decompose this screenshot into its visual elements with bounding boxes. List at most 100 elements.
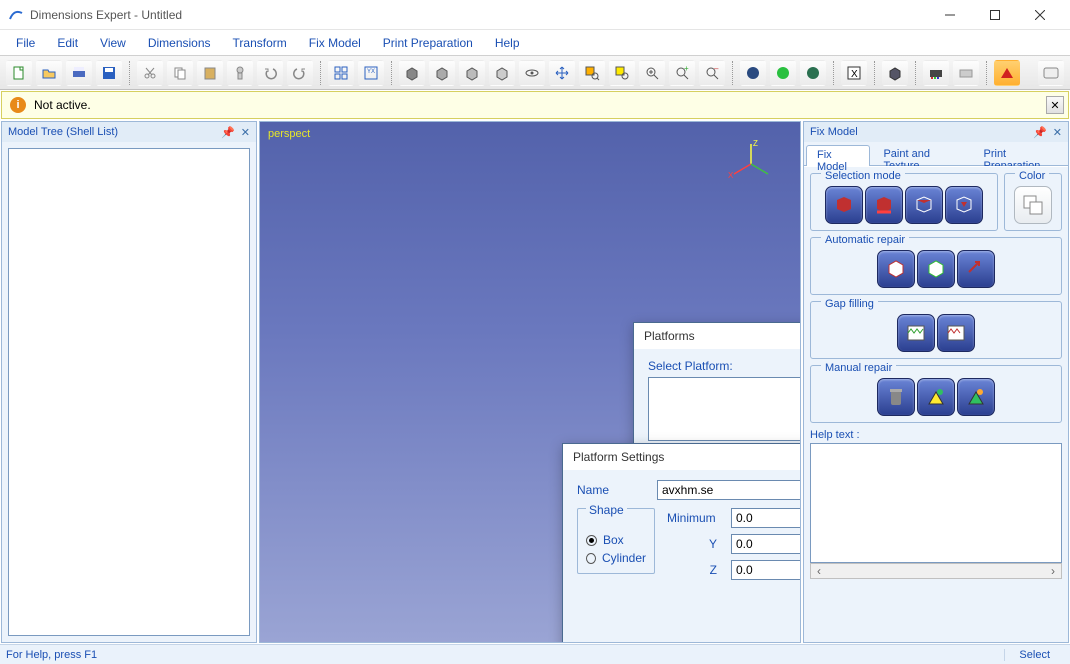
pin-icon[interactable]: 📌 — [1033, 126, 1047, 139]
help-text-area[interactable] — [810, 443, 1062, 563]
menu-transform[interactable]: Transform — [223, 33, 297, 53]
zoom-in-icon[interactable] — [639, 60, 665, 86]
eye-icon[interactable] — [519, 60, 545, 86]
viewport-3d[interactable]: perspect Z X Platforms ✕ Select Platform… — [259, 121, 801, 643]
menu-file[interactable]: File — [6, 33, 45, 53]
manual-delete-icon[interactable] — [877, 378, 915, 416]
scroll-right-icon[interactable]: › — [1045, 564, 1061, 578]
menu-fixmodel[interactable]: Fix Model — [299, 33, 371, 53]
select-face-icon[interactable] — [865, 186, 903, 224]
grid2-icon[interactable]: YX — [358, 60, 384, 86]
menu-edit[interactable]: Edit — [47, 33, 88, 53]
shape-label: Shape — [586, 503, 627, 517]
tab-print-preparation[interactable]: Print Preparation — [973, 144, 1068, 165]
name-input[interactable] — [657, 480, 801, 500]
minimize-button[interactable] — [927, 0, 972, 30]
svg-text:YX: YX — [367, 69, 375, 75]
auto-repair-3-icon[interactable] — [957, 250, 995, 288]
menu-help[interactable]: Help — [485, 33, 530, 53]
gap-fill-1-icon[interactable] — [897, 314, 935, 352]
cut-icon[interactable] — [137, 60, 163, 86]
fix-model-title: Fix Model — [810, 126, 858, 138]
shape-group: Shape Box Cylinder — [577, 508, 655, 574]
print-icon[interactable] — [66, 60, 92, 86]
gap-fill-2-icon[interactable] — [937, 314, 975, 352]
move-icon[interactable] — [549, 60, 575, 86]
sphere2-icon[interactable] — [770, 60, 796, 86]
menu-printprep[interactable]: Print Preparation — [373, 33, 483, 53]
message-close-button[interactable]: ✕ — [1046, 96, 1064, 114]
grid1-icon[interactable] — [328, 60, 354, 86]
model-tree-panel: Model Tree (Shell List) 📌 ✕ — [1, 121, 257, 643]
selection-mode-label: Selection mode — [821, 170, 905, 182]
open-icon[interactable] — [36, 60, 62, 86]
tab-paint-texture[interactable]: Paint and Texture — [872, 144, 970, 165]
color-picker-button[interactable] — [1014, 186, 1052, 224]
platform-listbox[interactable] — [648, 377, 801, 441]
min-y-input[interactable] — [731, 534, 801, 554]
shape-cylinder-radio[interactable]: Cylinder — [586, 551, 646, 565]
zoom-rect-icon[interactable] — [579, 60, 605, 86]
auto-repair-1-icon[interactable] — [877, 250, 915, 288]
window-title: Dimensions Expert - Untitled — [30, 8, 182, 22]
undo-icon[interactable] — [257, 60, 283, 86]
zoom-plus-icon[interactable]: + — [669, 60, 695, 86]
info-icon: i — [10, 97, 26, 113]
maximize-button[interactable] — [972, 0, 1017, 30]
print-color-icon[interactable] — [923, 60, 949, 86]
cube1-icon[interactable] — [399, 60, 425, 86]
zoom-minus-icon[interactable]: – — [699, 60, 725, 86]
toolbar: YX + – X — [0, 56, 1070, 90]
x-box-icon[interactable]: X — [841, 60, 867, 86]
sphere1-icon[interactable] — [740, 60, 766, 86]
min-z-input[interactable] — [731, 560, 801, 580]
cube-dark-icon[interactable] — [882, 60, 908, 86]
cube3-icon[interactable] — [459, 60, 485, 86]
panel-close-icon[interactable]: ✕ — [1053, 126, 1062, 139]
scroll-left-icon[interactable]: ‹ — [811, 564, 827, 578]
auto-repair-label: Automatic repair — [821, 234, 909, 246]
menu-view[interactable]: View — [90, 33, 136, 53]
titlebar: Dimensions Expert - Untitled — [0, 0, 1070, 30]
brick-icon[interactable] — [953, 60, 979, 86]
screw-icon[interactable] — [227, 60, 253, 86]
menu-dimensions[interactable]: Dimensions — [138, 33, 221, 53]
select-shell-icon[interactable] — [825, 186, 863, 224]
zoom-fit-icon[interactable] — [609, 60, 635, 86]
platform-settings-dialog: Platform Settings ? ✕ Name Shape Box — [562, 443, 801, 643]
platforms-dialog: Platforms ✕ Select Platform: New Modify — [633, 322, 801, 452]
save-icon[interactable] — [96, 60, 122, 86]
redo-icon[interactable] — [287, 60, 313, 86]
message-text: Not active. — [34, 98, 91, 112]
menubar: File Edit View Dimensions Transform Fix … — [0, 30, 1070, 56]
shape-box-radio[interactable]: Box — [586, 533, 646, 547]
statusbar: For Help, press F1 Select — [0, 644, 1070, 664]
pin-icon[interactable]: 📌 — [221, 126, 235, 139]
select-triangle-icon[interactable] — [945, 186, 983, 224]
cube4-icon[interactable] — [489, 60, 515, 86]
panel-close-icon[interactable]: ✕ — [241, 126, 250, 139]
gap-filling-label: Gap filling — [821, 298, 878, 310]
cube2-icon[interactable] — [429, 60, 455, 86]
settings-title: Platform Settings — [573, 450, 664, 464]
svg-text:–: – — [714, 65, 719, 73]
help-scrollbar[interactable]: ‹ › — [810, 563, 1062, 579]
new-icon[interactable] — [6, 60, 32, 86]
model-tree-title: Model Tree (Shell List) — [8, 126, 118, 138]
viewport-label: perspect — [268, 128, 310, 140]
manual-hand-icon[interactable] — [957, 378, 995, 416]
select-surface-icon[interactable] — [905, 186, 943, 224]
close-button[interactable] — [1017, 0, 1062, 30]
paste-icon[interactable] — [197, 60, 223, 86]
status-help: For Help, press F1 — [6, 649, 97, 661]
keyboard-icon[interactable] — [1038, 60, 1064, 86]
auto-repair-2-icon[interactable] — [917, 250, 955, 288]
min-label: Minimum — [667, 511, 725, 525]
tab-fix-model[interactable]: Fix Model — [806, 145, 870, 166]
min-x-input[interactable] — [731, 508, 801, 528]
copy-icon[interactable] — [167, 60, 193, 86]
model-tree-list[interactable] — [8, 148, 250, 636]
manual-triangle-icon[interactable] — [917, 378, 955, 416]
sphere3-icon[interactable] — [800, 60, 826, 86]
warning-icon[interactable] — [994, 60, 1020, 86]
